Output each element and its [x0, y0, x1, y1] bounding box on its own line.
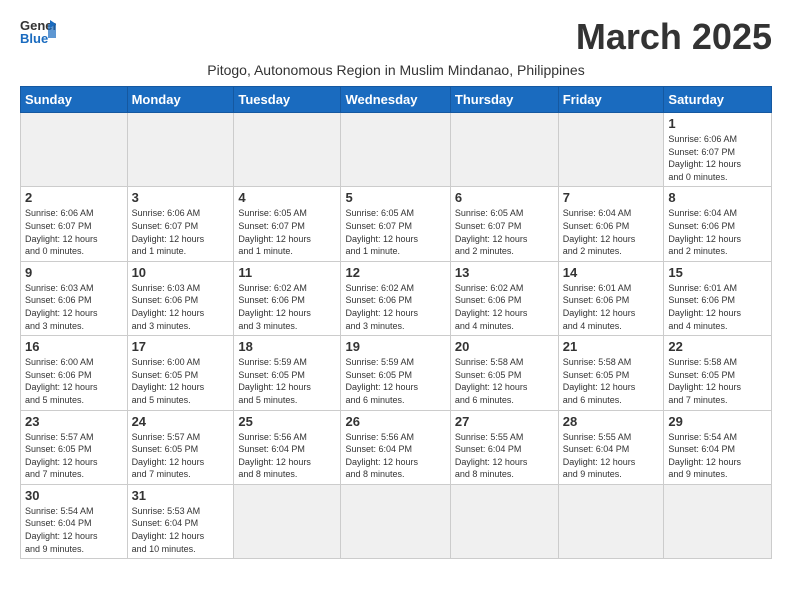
day-1-info: Sunrise: 6:06 AMSunset: 6:07 PMDaylight:… — [668, 133, 767, 183]
day-1: 1 Sunrise: 6:06 AMSunset: 6:07 PMDayligh… — [664, 113, 772, 187]
col-saturday: Saturday — [664, 87, 772, 113]
empty-cell — [558, 113, 664, 187]
day-5: 5 Sunrise: 6:05 AMSunset: 6:07 PMDayligh… — [341, 187, 450, 261]
day-30: 30 Sunrise: 5:54 AMSunset: 6:04 PMDaylig… — [21, 484, 128, 558]
col-thursday: Thursday — [450, 87, 558, 113]
day-24: 24 Sunrise: 5:57 AMSunset: 6:05 PMDaylig… — [127, 410, 234, 484]
day-11: 11 Sunrise: 6:02 AMSunset: 6:06 PMDaylig… — [234, 261, 341, 335]
svg-text:Blue: Blue — [20, 31, 48, 46]
logo: General Blue — [20, 16, 56, 46]
logo-icon: General Blue — [20, 16, 56, 46]
col-friday: Friday — [558, 87, 664, 113]
day-3: 3 Sunrise: 6:06 AMSunset: 6:07 PMDayligh… — [127, 187, 234, 261]
week-row-6: 30 Sunrise: 5:54 AMSunset: 6:04 PMDaylig… — [21, 484, 772, 558]
empty-cell — [341, 113, 450, 187]
empty-cell — [21, 113, 128, 187]
empty-cell — [234, 113, 341, 187]
day-10: 10 Sunrise: 6:03 AMSunset: 6:06 PMDaylig… — [127, 261, 234, 335]
day-8: 8 Sunrise: 6:04 AMSunset: 6:06 PMDayligh… — [664, 187, 772, 261]
subtitle: Pitogo, Autonomous Region in Muslim Mind… — [20, 62, 772, 78]
empty-cell — [234, 484, 341, 558]
empty-cell — [450, 484, 558, 558]
day-18: 18 Sunrise: 5:59 AMSunset: 6:05 PMDaylig… — [234, 336, 341, 410]
col-monday: Monday — [127, 87, 234, 113]
day-13: 13 Sunrise: 6:02 AMSunset: 6:06 PMDaylig… — [450, 261, 558, 335]
day-2: 2 Sunrise: 6:06 AMSunset: 6:07 PMDayligh… — [21, 187, 128, 261]
col-tuesday: Tuesday — [234, 87, 341, 113]
day-21: 21 Sunrise: 5:58 AMSunset: 6:05 PMDaylig… — [558, 336, 664, 410]
day-31: 31 Sunrise: 5:53 AMSunset: 6:04 PMDaylig… — [127, 484, 234, 558]
day-15: 15 Sunrise: 6:01 AMSunset: 6:06 PMDaylig… — [664, 261, 772, 335]
empty-cell — [558, 484, 664, 558]
month-title: March 2025 — [576, 16, 772, 58]
empty-cell — [664, 484, 772, 558]
day-9: 9 Sunrise: 6:03 AMSunset: 6:06 PMDayligh… — [21, 261, 128, 335]
col-wednesday: Wednesday — [341, 87, 450, 113]
week-row-4: 16 Sunrise: 6:00 AMSunset: 6:06 PMDaylig… — [21, 336, 772, 410]
day-14: 14 Sunrise: 6:01 AMSunset: 6:06 PMDaylig… — [558, 261, 664, 335]
empty-cell — [341, 484, 450, 558]
calendar: Sunday Monday Tuesday Wednesday Thursday… — [20, 86, 772, 559]
page-header: General Blue March 2025 — [20, 16, 772, 58]
day-27: 27 Sunrise: 5:55 AMSunset: 6:04 PMDaylig… — [450, 410, 558, 484]
week-row-1: 1 Sunrise: 6:06 AMSunset: 6:07 PMDayligh… — [21, 113, 772, 187]
day-7: 7 Sunrise: 6:04 AMSunset: 6:06 PMDayligh… — [558, 187, 664, 261]
week-row-2: 2 Sunrise: 6:06 AMSunset: 6:07 PMDayligh… — [21, 187, 772, 261]
day-17: 17 Sunrise: 6:00 AMSunset: 6:05 PMDaylig… — [127, 336, 234, 410]
day-26: 26 Sunrise: 5:56 AMSunset: 6:04 PMDaylig… — [341, 410, 450, 484]
day-19: 19 Sunrise: 5:59 AMSunset: 6:05 PMDaylig… — [341, 336, 450, 410]
day-12: 12 Sunrise: 6:02 AMSunset: 6:06 PMDaylig… — [341, 261, 450, 335]
day-6: 6 Sunrise: 6:05 AMSunset: 6:07 PMDayligh… — [450, 187, 558, 261]
day-29: 29 Sunrise: 5:54 AMSunset: 6:04 PMDaylig… — [664, 410, 772, 484]
day-16: 16 Sunrise: 6:00 AMSunset: 6:06 PMDaylig… — [21, 336, 128, 410]
empty-cell — [450, 113, 558, 187]
day-28: 28 Sunrise: 5:55 AMSunset: 6:04 PMDaylig… — [558, 410, 664, 484]
day-25: 25 Sunrise: 5:56 AMSunset: 6:04 PMDaylig… — [234, 410, 341, 484]
day-4: 4 Sunrise: 6:05 AMSunset: 6:07 PMDayligh… — [234, 187, 341, 261]
day-23: 23 Sunrise: 5:57 AMSunset: 6:05 PMDaylig… — [21, 410, 128, 484]
week-row-3: 9 Sunrise: 6:03 AMSunset: 6:06 PMDayligh… — [21, 261, 772, 335]
empty-cell — [127, 113, 234, 187]
day-20: 20 Sunrise: 5:58 AMSunset: 6:05 PMDaylig… — [450, 336, 558, 410]
week-row-5: 23 Sunrise: 5:57 AMSunset: 6:05 PMDaylig… — [21, 410, 772, 484]
day-22: 22 Sunrise: 5:58 AMSunset: 6:05 PMDaylig… — [664, 336, 772, 410]
col-sunday: Sunday — [21, 87, 128, 113]
